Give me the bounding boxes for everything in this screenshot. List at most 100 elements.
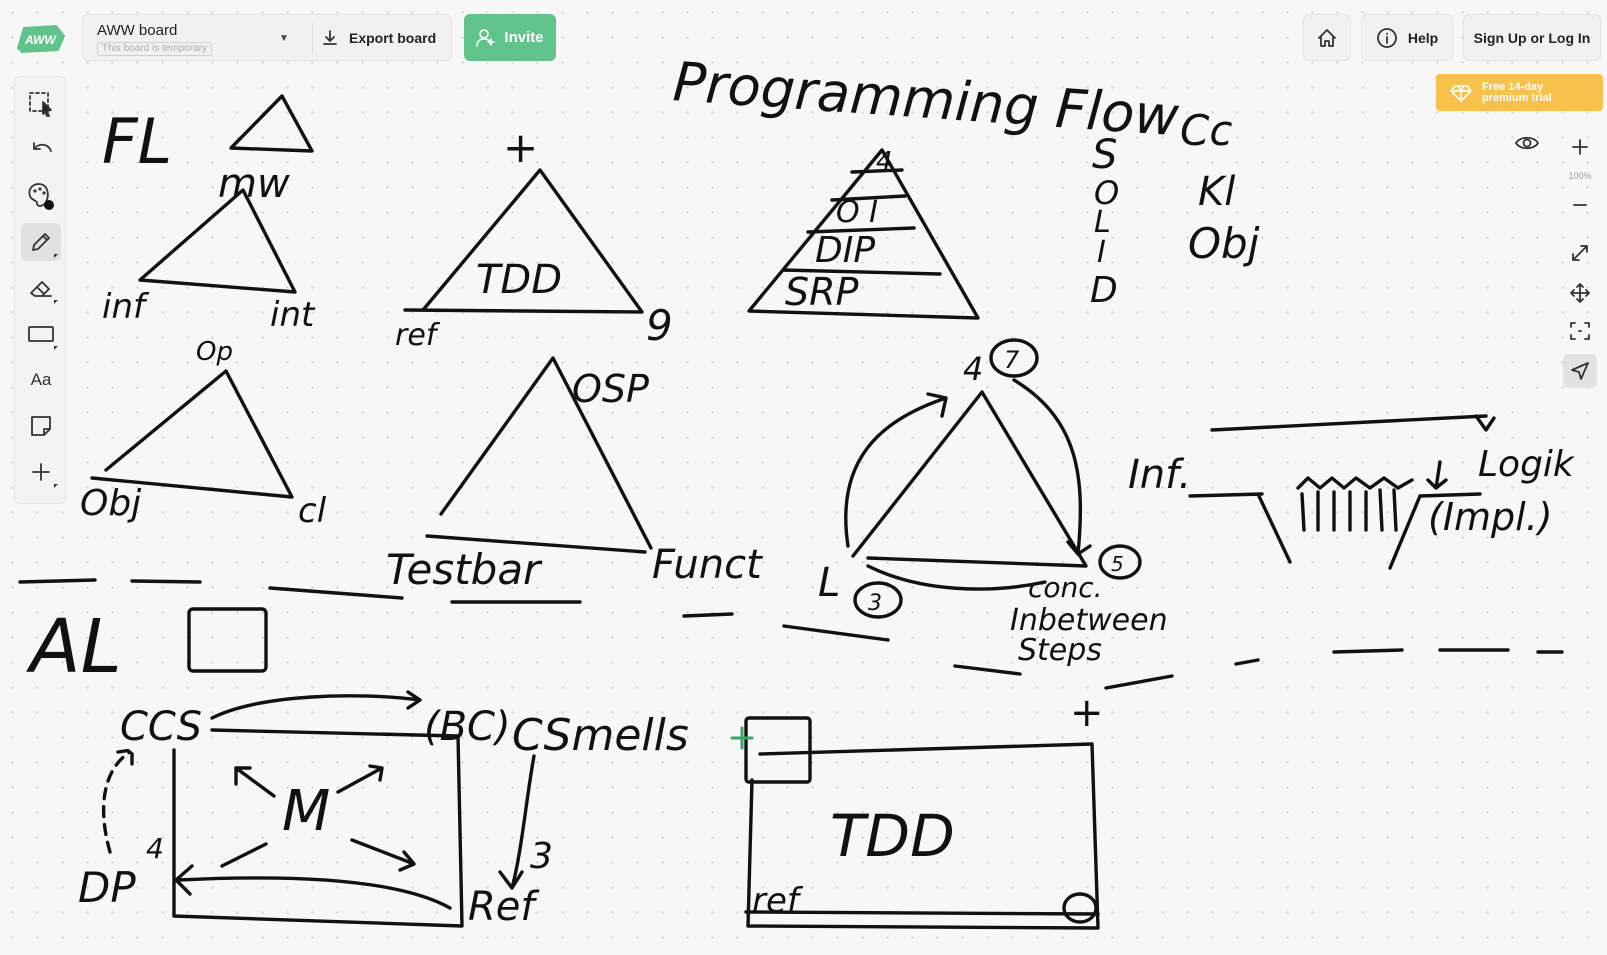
fullscreen-button[interactable]	[1563, 236, 1597, 270]
text-seven: 7	[1004, 346, 1020, 374]
text-inf-2: Inf.	[1128, 452, 1191, 498]
zoom-out-button[interactable]	[1563, 188, 1597, 222]
invite-button[interactable]: Invite	[464, 14, 556, 61]
text-l: L	[818, 560, 840, 606]
cycle-arrow-left	[844, 392, 948, 548]
text-tdd-2: TDD	[830, 802, 955, 870]
text-fl: FL	[102, 105, 172, 178]
export-board-button[interactable]: Export board	[321, 15, 436, 60]
arrow-csmells-ref	[498, 754, 536, 890]
svg-text:AWW: AWW	[24, 33, 57, 47]
submenu-indicator	[54, 254, 58, 258]
dashed-arrow-dp-ccs	[101, 748, 134, 854]
text-mw: mw	[218, 161, 290, 207]
zoom-in-button[interactable]	[1563, 130, 1597, 164]
text-ref-2: Ref	[468, 884, 540, 930]
view-mode-button[interactable]	[1510, 126, 1544, 160]
board-title[interactable]: AWW board	[97, 22, 177, 39]
submenu-indicator	[54, 346, 58, 350]
aww-logo[interactable]: AWW	[14, 22, 66, 54]
text-four-2: 4	[146, 832, 164, 865]
board-menu[interactable]: AWW board This board is temporary ▼ Expo…	[82, 14, 452, 61]
small-triangle-top	[229, 94, 314, 153]
text-ref: ref	[395, 318, 441, 353]
text-csmells: CSmells	[512, 710, 689, 761]
triangle-op	[90, 369, 294, 499]
eraser-tool[interactable]	[21, 269, 61, 307]
download-icon	[323, 29, 337, 45]
tdd-small-box	[744, 716, 812, 784]
eye-icon	[1515, 136, 1539, 150]
plus-icon	[32, 463, 50, 481]
pencil-icon	[32, 233, 50, 251]
pyr-l4: SRP	[785, 270, 859, 314]
arrow-to-dp	[174, 864, 452, 910]
text-ccs: CCS	[120, 704, 202, 750]
sign-up-log-in-button[interactable]: Sign Up or Log In	[1463, 14, 1601, 61]
whiteboard-canvas[interactable]: Programming Flow FL mw inf int + TDD ref…	[0, 0, 1607, 955]
text-b3: 3	[530, 836, 553, 877]
submenu-indicator	[54, 484, 58, 488]
invite-label: Invite	[504, 29, 544, 46]
trial-text: Free 14-day premium trial	[1482, 80, 1552, 104]
caret-down-icon[interactable]: ▼	[279, 33, 289, 44]
text-kl: Kl	[1198, 169, 1235, 215]
help-label: Help	[1407, 29, 1439, 46]
select-tool[interactable]	[21, 85, 61, 123]
undo-tool[interactable]	[21, 131, 61, 169]
help-button[interactable]: Help	[1361, 14, 1453, 61]
text-bc: (BC)	[424, 704, 511, 750]
tool-palette: Aa	[14, 76, 66, 504]
solid-d: D	[1090, 270, 1118, 311]
premium-trial-button[interactable]: Free 14-day premium trial	[1436, 74, 1603, 111]
eraser-icon	[30, 281, 52, 297]
fit-to-screen-button[interactable]	[1563, 314, 1597, 348]
zoom-level: 100%	[1568, 171, 1592, 181]
text-tool[interactable]: Aa	[21, 361, 61, 399]
navigate-button[interactable]	[1563, 354, 1597, 388]
text-testbar: Testbar	[386, 545, 543, 594]
pen-tool[interactable]	[21, 223, 61, 261]
more-tools[interactable]	[21, 453, 61, 491]
color-tool[interactable]	[21, 177, 61, 215]
trial-line-1: Free 14-day	[1482, 80, 1544, 93]
home-button[interactable]	[1303, 14, 1351, 61]
pyr-top: 4	[876, 147, 893, 177]
sticky-note-tool[interactable]	[21, 407, 61, 445]
text-osp: OSP	[572, 367, 649, 411]
text-funct: Funct	[652, 542, 763, 588]
arrow-ccs-bc	[210, 690, 422, 720]
text-m: M	[282, 779, 330, 844]
text-cl: cl	[298, 491, 327, 531]
submenu-indicator	[54, 300, 58, 304]
text-inf: inf	[102, 287, 150, 327]
text-dp: DP	[78, 863, 136, 912]
pyr-l3: DIP	[815, 230, 875, 271]
cursor-crosshair	[730, 726, 754, 750]
pan-button[interactable]	[1563, 276, 1597, 310]
shape-tool[interactable]	[21, 315, 61, 353]
text-logik: Logik	[1478, 444, 1576, 485]
text-steps: Steps	[1018, 633, 1102, 668]
text-obj-2: Obj	[80, 483, 141, 524]
navigate-icon	[1571, 362, 1589, 380]
move-icon	[1570, 283, 1590, 303]
trial-line-2: premium trial	[1482, 91, 1552, 104]
text-al: AL	[26, 604, 122, 690]
info-icon	[1376, 27, 1397, 48]
text-conc: conc.	[1028, 571, 1103, 604]
small-box	[187, 607, 268, 673]
text-int: int	[270, 295, 316, 335]
text-plus-1: +	[503, 123, 538, 172]
sticky-note-icon	[31, 416, 51, 436]
pyr-l2: O I	[836, 195, 878, 230]
undo-icon	[33, 142, 52, 152]
corner-scribble	[1062, 892, 1098, 924]
temporary-badge: This board is temporary	[97, 42, 213, 56]
text-cc: Cc	[1180, 106, 1232, 155]
rectangle-icon	[28, 326, 54, 342]
solid-i: I	[1097, 235, 1106, 270]
cycle-arrow-bottom	[866, 564, 1047, 591]
text-five: 5	[1111, 552, 1124, 576]
funnel-diagram	[1188, 414, 1496, 570]
